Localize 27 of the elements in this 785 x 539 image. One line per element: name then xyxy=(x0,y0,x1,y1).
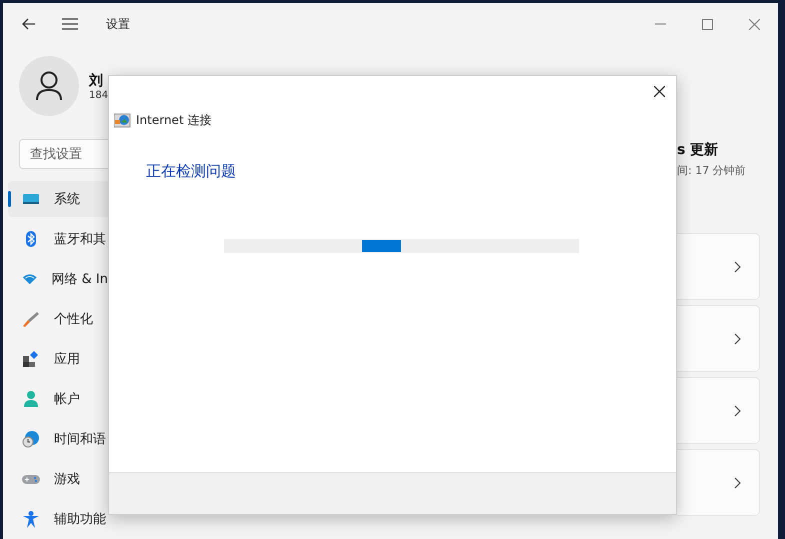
search-field[interactable]: 查找设置 xyxy=(19,139,108,169)
chevron-icon xyxy=(734,260,741,272)
nav-icon xyxy=(22,430,40,448)
nav-icon xyxy=(22,390,40,408)
sidebar-item[interactable]: 帐户 xyxy=(8,381,108,417)
nav-icon xyxy=(22,310,40,328)
dialog-title: Internet 连接 xyxy=(136,112,212,129)
chevron-icon xyxy=(734,332,741,344)
update-subtitle: 间: 17 分钟前 xyxy=(677,163,747,178)
sidebar-item[interactable]: 蓝牙和其 xyxy=(8,221,108,257)
nav-icon xyxy=(22,350,40,368)
nav-icon xyxy=(22,510,40,528)
sidebar-item[interactable]: 网络 & In xyxy=(8,261,108,297)
sidebar-item[interactable]: 个性化 xyxy=(8,301,108,337)
chevron-icon xyxy=(734,404,741,416)
user-detail: 184 xyxy=(89,90,108,100)
sidebar-item[interactable]: 应用 xyxy=(8,341,108,377)
sidebar-item[interactable]: 系统 xyxy=(8,181,108,217)
sidebar-item[interactable]: 辅助功能 xyxy=(8,501,108,537)
network-globe-icon xyxy=(114,113,131,128)
user-name: 刘 xyxy=(89,72,104,90)
chevron-icon xyxy=(734,476,741,488)
sidebar-item[interactable]: 游戏 xyxy=(8,461,108,497)
update-title: s 更新 xyxy=(677,141,720,159)
window-title: 设置 xyxy=(106,16,130,32)
sidebar-item[interactable]: 时间和语 xyxy=(8,421,108,457)
status-heading: 正在检测问题 xyxy=(146,162,237,181)
